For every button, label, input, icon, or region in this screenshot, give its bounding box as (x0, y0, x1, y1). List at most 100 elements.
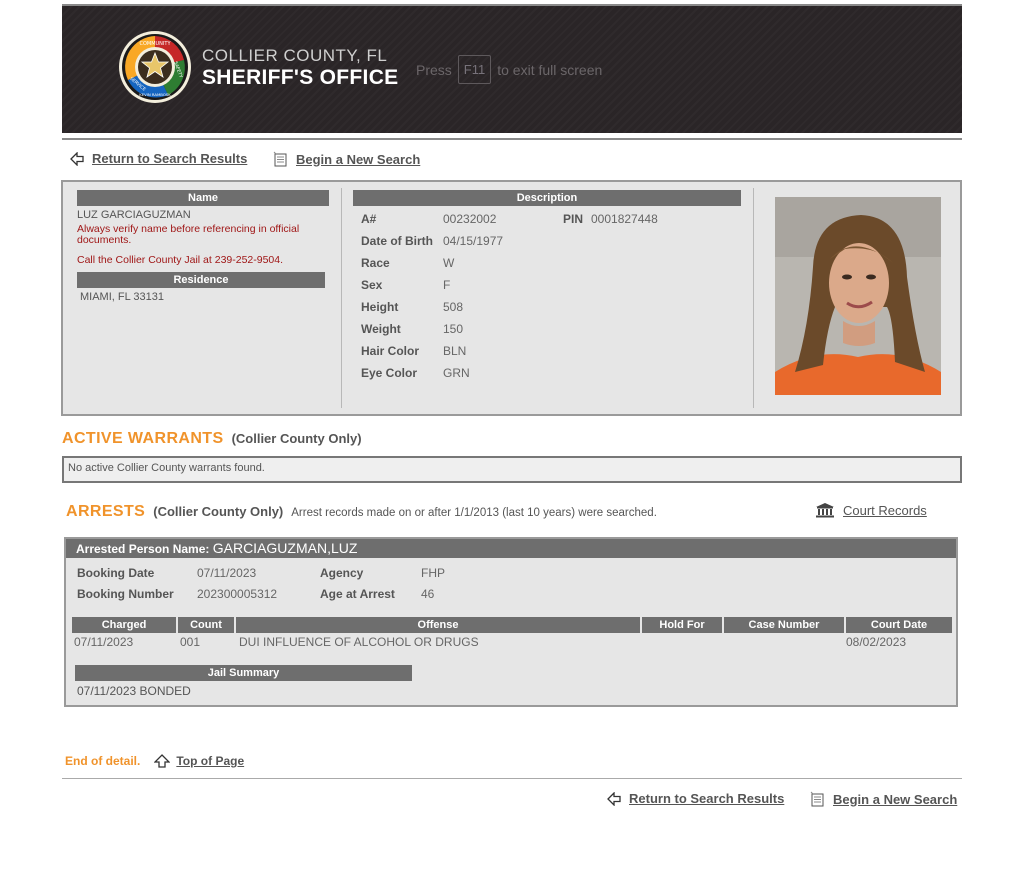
column-header-court-date: Court Date (846, 617, 952, 633)
arrests-heading: ARRESTS (Collier County Only) Arrest rec… (66, 503, 657, 521)
jail-phone-notice: Call the Collier County Jail at 239-252-… (77, 254, 284, 266)
booking-date-value: 07/11/2023 (197, 566, 257, 580)
person-details-panel: Name LUZ GARCIAGUZMAN Always verify name… (61, 180, 962, 416)
agency-line1: COLLIER COUNTY, FL (202, 46, 388, 65)
end-of-detail: End of detail. Top of Page (65, 754, 244, 768)
field-value: F (443, 278, 451, 292)
field-label: Sex (361, 278, 383, 292)
fullscreen-press-text: Press (416, 61, 452, 78)
verify-name-warning: Always verify name before referencing in… (77, 223, 300, 246)
field-value: BLN (443, 344, 467, 358)
residence-value: MIAMI, FL 33131 (80, 291, 164, 303)
residence-header: Residence (77, 272, 325, 288)
header-divider (62, 138, 962, 140)
seal-text-top: COMMUNITY (139, 41, 171, 47)
court-records-label[interactable]: Court Records (843, 503, 927, 518)
top-of-page-link[interactable]: Top of Page (154, 754, 244, 768)
jail-summary-value: 07/11/2023 BONDED (77, 684, 191, 698)
site-header: COMMUNITY SAFETY SERVICE KEVIN RAMBOSK C… (62, 4, 962, 133)
field-label: Eye Color (361, 366, 418, 380)
agency-row: Agency FHP (320, 566, 445, 580)
arrested-person-header: Arrested Person Name: GARCIAGUZMAN,LUZ (66, 539, 956, 558)
warrants-scope: (Collier County Only) (231, 431, 362, 446)
column-divider (753, 188, 754, 408)
charge-offense: DUI INFLUENCE OF ALCOHOL OR DRUGS (239, 635, 479, 649)
agency-label: Agency (320, 566, 364, 580)
court-records-link[interactable]: Court Records (815, 502, 927, 518)
field-value: 508 (443, 300, 464, 314)
arrests-search-note: Arrest records made on or after 1/1/2013… (291, 507, 657, 519)
document-icon (810, 791, 824, 807)
name-header: Name (77, 190, 329, 206)
description-row: Height 508 (361, 300, 463, 314)
jail-summary-header: Jail Summary (75, 665, 412, 681)
pin-value: 0001827448 (591, 212, 658, 226)
f11-key: F11 (457, 55, 492, 84)
age-label: Age at Arrest (320, 587, 395, 601)
arrow-left-icon (607, 791, 621, 806)
description-column: Description A# 00232002 PIN 0001827448 D… (353, 190, 741, 380)
arrow-up-icon (154, 754, 171, 768)
top-of-page-label[interactable]: Top of Page (176, 754, 244, 768)
description-row: Hair Color BLN (361, 344, 466, 358)
booking-number-row: Booking Number 202300005312 (77, 587, 277, 601)
charge-court-date: 08/02/2023 (846, 635, 907, 649)
arrested-person-name: GARCIAGUZMAN,LUZ (212, 540, 358, 556)
name-column: Name LUZ GARCIAGUZMAN Always verify name… (77, 190, 329, 303)
booking-date-row: Booking Date 07/11/2023 (77, 566, 256, 580)
sheriff-badge-logo: COMMUNITY SAFETY SERVICE KEVIN RAMBOSK (119, 31, 191, 103)
column-header-hold-for: Hold For (642, 617, 722, 633)
charge-date: 07/11/2023 (74, 635, 134, 649)
description-row: Race W (361, 256, 454, 270)
arrow-left-icon (70, 151, 84, 166)
age-value: 46 (421, 587, 435, 601)
end-of-detail-label: End of detail. (65, 754, 141, 768)
jail-summary: Jail Summary 07/11/2023 BONDED (75, 665, 412, 698)
field-value: GRN (443, 366, 470, 380)
a-number-row: A# 00232002 PIN 0001827448 (361, 212, 658, 226)
return-to-results-label[interactable]: Return to Search Results (629, 791, 784, 806)
return-to-results-link-bottom[interactable]: Return to Search Results (607, 791, 784, 806)
charges-table-header: Charged Count Offense Hold For Case Numb… (72, 617, 952, 633)
description-header: Description (353, 190, 741, 206)
column-header-offense: Offense (236, 617, 640, 633)
charge-count: 001 (180, 635, 201, 649)
warrants-title: ACTIVE WARRANTS (62, 430, 224, 447)
new-search-label[interactable]: Begin a New Search (296, 152, 420, 167)
a-number-value: 00232002 (443, 212, 497, 226)
column-header-charged: Charged (72, 617, 176, 633)
field-label: Date of Birth (361, 234, 433, 248)
field-label: Height (361, 300, 399, 314)
field-value: 150 (443, 322, 464, 336)
arrest-record: Arrested Person Name: GARCIAGUZMAN,LUZ B… (64, 537, 958, 707)
column-divider (341, 188, 342, 408)
field-value: W (443, 256, 455, 270)
field-label: Race (361, 256, 390, 270)
courthouse-icon (816, 503, 834, 518)
fullscreen-rest-text: to exit full screen (497, 61, 603, 78)
pin-label: PIN (563, 212, 584, 226)
warrants-result: No active Collier County warrants found. (62, 456, 962, 483)
booking-photo (775, 197, 941, 395)
booking-number-label: Booking Number (77, 587, 174, 601)
field-label: Hair Color (361, 344, 420, 358)
footer-divider (62, 778, 962, 779)
field-label: Weight (361, 322, 401, 336)
a-number-label: A# (361, 212, 377, 226)
return-to-results-label[interactable]: Return to Search Results (92, 151, 247, 166)
description-row: Date of Birth 04/15/1977 (361, 234, 503, 248)
new-search-label[interactable]: Begin a New Search (833, 792, 957, 807)
new-search-link-bottom[interactable]: Begin a New Search (809, 791, 957, 807)
seal-text-bottom: KEVIN RAMBOSK (139, 92, 171, 97)
fullscreen-hint: Press F11 to exit full screen (416, 55, 602, 84)
agency-line2: SHERIFF'S OFFICE (202, 66, 399, 89)
age-row: Age at Arrest 46 (320, 587, 434, 601)
return-to-results-link-top[interactable]: Return to Search Results (70, 151, 247, 166)
column-header-count: Count (178, 617, 234, 633)
new-search-link-top[interactable]: Begin a New Search (272, 151, 420, 167)
active-warrants-heading: ACTIVE WARRANTS (Collier County Only) (62, 430, 362, 448)
description-row: Eye Color GRN (361, 366, 470, 380)
document-icon (273, 151, 287, 167)
description-row: Sex F (361, 278, 450, 292)
person-name: LUZ GARCIAGUZMAN (77, 209, 191, 221)
